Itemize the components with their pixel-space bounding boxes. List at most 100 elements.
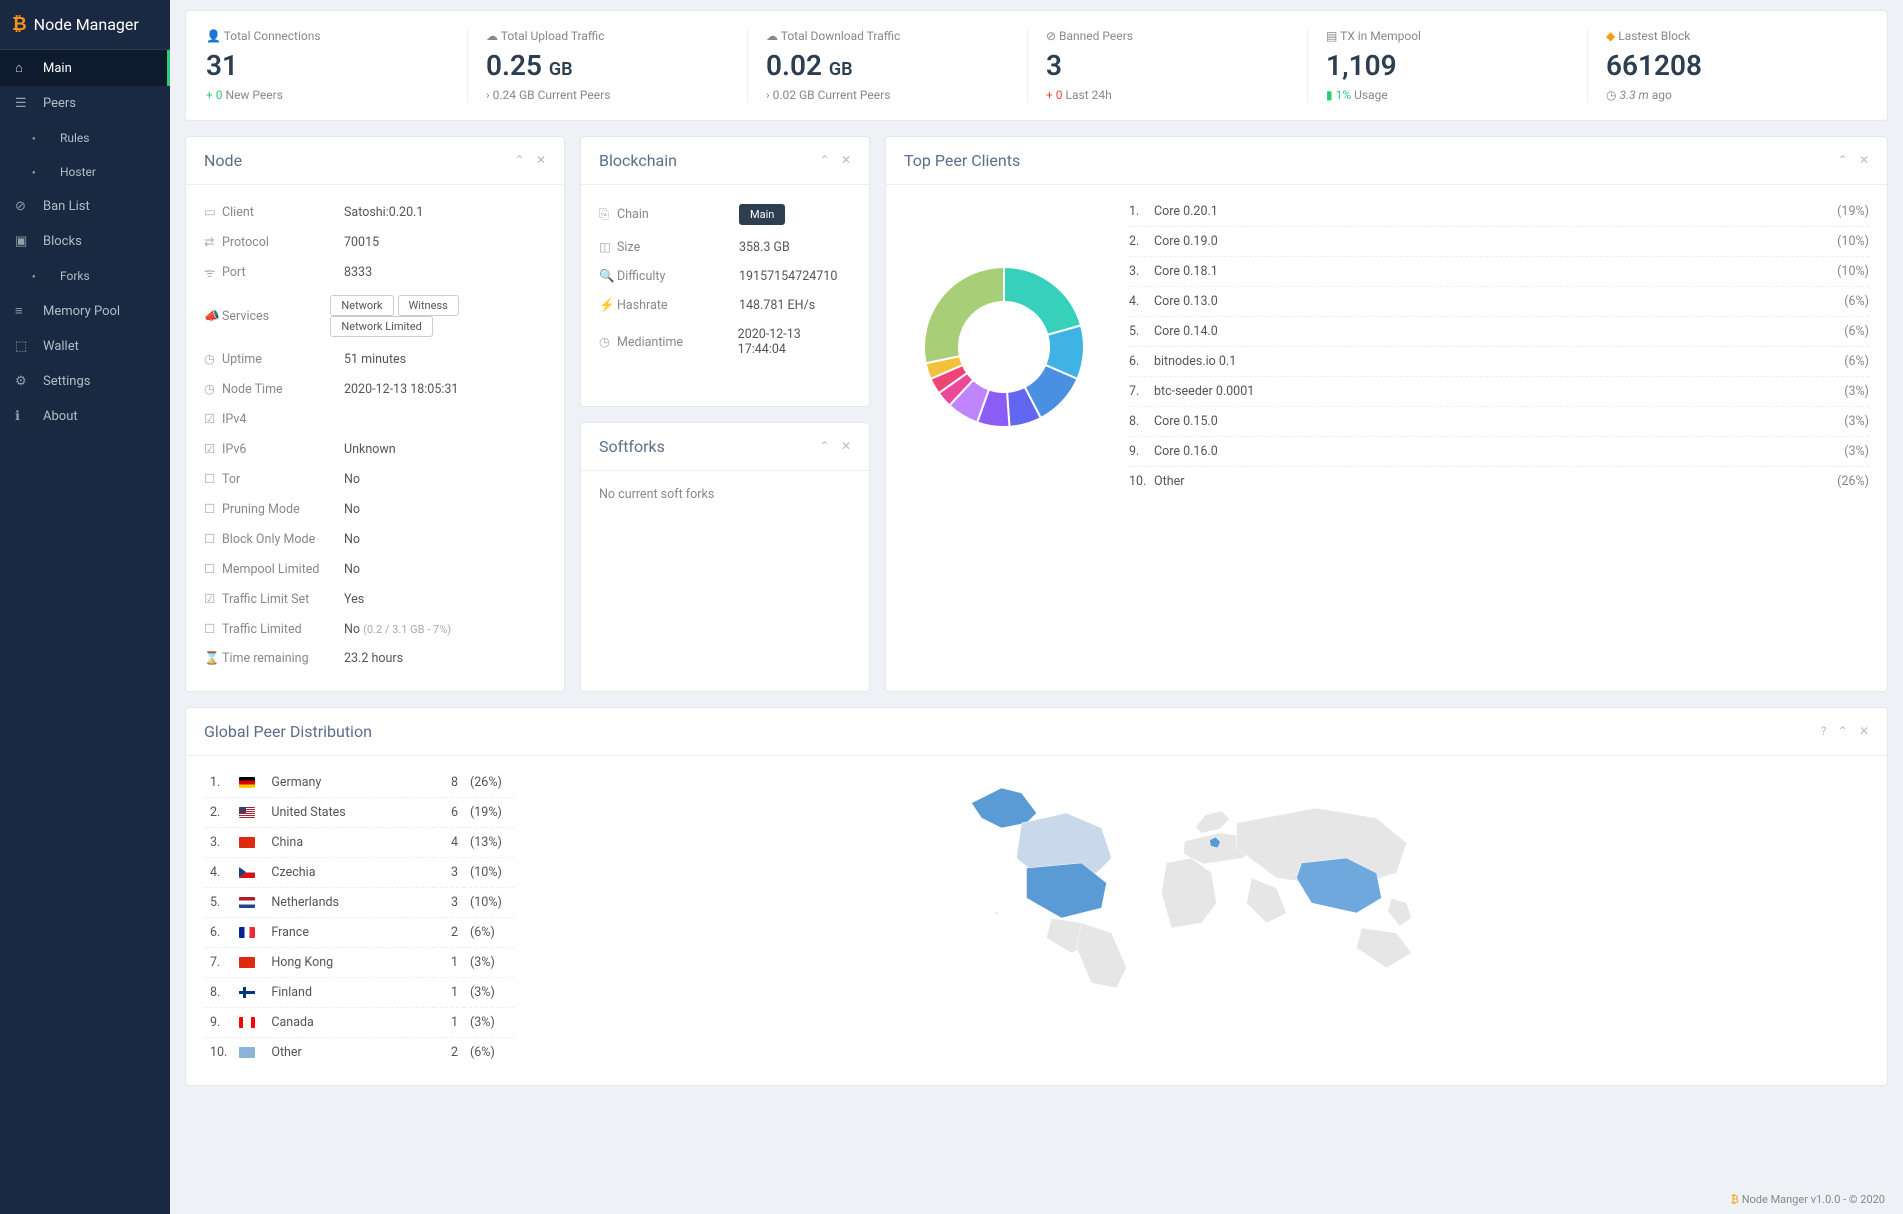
close-icon[interactable]: ✕: [536, 153, 546, 167]
row-value: 19157154724710: [739, 269, 837, 284]
stat-value: 1,109: [1326, 49, 1569, 82]
collapse-icon[interactable]: ⌃: [820, 439, 830, 453]
blockchain-panel: Blockchain ⌃ ✕ ⎘ChainMain◫Size358.3 GB🔍D…: [580, 136, 870, 407]
kv-row: ⎘ChainMain: [599, 197, 851, 232]
flag-icon: [239, 897, 255, 908]
kv-row: ◷Mediantime2020-12-13 17:44:04: [599, 320, 851, 364]
stats-card: 👤 Total Connections31+ 0 New Peers☁ Tota…: [185, 10, 1888, 121]
stat-value: 31: [206, 49, 449, 82]
row-icon: ◷: [599, 334, 617, 350]
collapse-icon[interactable]: ⌃: [1838, 153, 1848, 167]
nav-icon: ⬚: [15, 339, 33, 354]
geo-row: 7.Hong Kong1(3%): [204, 948, 514, 978]
flag-icon: [239, 777, 255, 788]
softforks-title: Softforks: [599, 437, 665, 456]
row-icon: ⌛: [204, 651, 222, 666]
collapse-icon[interactable]: ⌃: [820, 153, 830, 167]
geo-row: 9.Canada1(3%): [204, 1008, 514, 1038]
geo-row: 5.Netherlands3(10%): [204, 888, 514, 918]
stat-sub: ▮ 1% Usage: [1326, 88, 1569, 102]
row-icon: ⎘: [599, 207, 617, 222]
nav-item-memory-pool[interactable]: ≡Memory Pool: [0, 293, 170, 329]
collapse-icon[interactable]: ⌃: [515, 153, 525, 167]
close-icon[interactable]: ✕: [841, 439, 851, 453]
row-icon: ᯤ: [204, 264, 222, 281]
kv-row: 🔍Difficulty19157154724710: [599, 262, 851, 291]
row-value: No: [344, 502, 360, 517]
nav-icon: ☰: [15, 96, 33, 111]
nav-subitem-hoster[interactable]: ●Hoster: [0, 155, 170, 189]
row-icon: ☑: [204, 591, 222, 607]
row-icon: ⇄: [204, 234, 222, 250]
row-value: Satoshi:0.20.1: [344, 205, 423, 220]
peer-client-item: 10.Other(26%): [1129, 466, 1869, 496]
stat-sub: › 0.02 GB Current Peers: [766, 88, 1009, 102]
kv-row: ☐Block Only ModeNo: [204, 524, 546, 554]
geo-row: 1.Germany8(26%): [204, 768, 514, 798]
flag-icon: [239, 1047, 255, 1058]
nav-item-about[interactable]: ℹAbout: [0, 399, 170, 434]
kv-row: ☐Mempool LimitedNo: [204, 554, 546, 584]
stat-value: 0.02 GB: [766, 49, 1009, 82]
row-icon: ☑: [204, 441, 222, 457]
row-icon: ☐: [204, 621, 222, 637]
geo-title: Global Peer Distribution: [204, 722, 372, 741]
kv-row: ⌛Time remaining23.2 hours: [204, 644, 546, 673]
nav-subitem-rules[interactable]: ●Rules: [0, 121, 170, 155]
stat-icon: ⊘: [1046, 29, 1056, 43]
peer-client-item: 8.Core 0.15.0(3%): [1129, 406, 1869, 436]
nav-icon: ≡: [15, 303, 33, 319]
flag-icon: [239, 927, 255, 938]
stat-sub: + 0 Last 24h: [1046, 88, 1289, 102]
nav-item-peers[interactable]: ☰Peers: [0, 86, 170, 121]
donut-slice[interactable]: [924, 267, 1004, 363]
stat-sub: › 0.24 GB Current Peers: [486, 88, 729, 102]
nav-item-wallet[interactable]: ⬚Wallet: [0, 329, 170, 364]
close-icon[interactable]: ✕: [841, 153, 851, 167]
donut-slice[interactable]: [1004, 267, 1081, 335]
nav-list: ⌂Main☰Peers●Rules●Hoster⊘Ban List▣Blocks…: [0, 50, 170, 434]
footer-copy: - © 2020: [1840, 1193, 1885, 1206]
nav-subitem-forks[interactable]: ●Forks: [0, 259, 170, 293]
nav-item-settings[interactable]: ⚙Settings: [0, 364, 170, 399]
nav-item-ban-list[interactable]: ⊘Ban List: [0, 189, 170, 224]
row-value: 70015: [344, 235, 379, 250]
peer-client-item: 9.Core 0.16.0(3%): [1129, 436, 1869, 466]
close-icon[interactable]: ✕: [1859, 724, 1869, 738]
geo-table: 1.Germany8(26%)2.United States6(19%)3.Ch…: [204, 768, 514, 1067]
nav-item-main[interactable]: ⌂Main: [0, 50, 170, 86]
flag-icon: [239, 957, 255, 968]
stat-icon: ▤: [1326, 29, 1337, 43]
world-map[interactable]: [544, 768, 1869, 1067]
row-value: 8333: [344, 265, 372, 280]
nav-item-blocks[interactable]: ▣Blocks: [0, 224, 170, 259]
row-value: 2020-12-13 18:05:31: [344, 382, 458, 397]
row-icon: ☐: [204, 531, 222, 547]
row-value: 51 minutes: [344, 352, 406, 367]
softforks-panel: Softforks ⌃ ✕ No current soft forks: [580, 422, 870, 693]
kv-row: ☐TorNo: [204, 464, 546, 494]
stat-total-upload-traffic: ☁ Total Upload Traffic0.25 GB› 0.24 GB C…: [467, 29, 747, 102]
row-icon: ▭: [204, 204, 222, 220]
help-icon[interactable]: ?: [1821, 724, 1827, 738]
footer: ₿ Node Manger v1.0.0 - © 2020: [1731, 1193, 1885, 1206]
row-icon: ☐: [204, 471, 222, 487]
kv-row: ☑IPv6Unknown: [204, 434, 546, 464]
geo-row: 3.China4(13%): [204, 828, 514, 858]
row-value: No: [344, 562, 360, 577]
peer-client-item: 7.btc-seeder 0.0001(3%): [1129, 376, 1869, 406]
kv-row: ☑IPv4: [204, 404, 546, 434]
close-icon[interactable]: ✕: [1859, 153, 1869, 167]
row-value: 358.3 GB: [739, 240, 790, 255]
node-title: Node: [204, 151, 242, 170]
peer-client-item: 2.Core 0.19.0(10%): [1129, 226, 1869, 256]
peer-client-item: 5.Core 0.14.0(6%): [1129, 316, 1869, 346]
row-value: Main: [739, 204, 789, 225]
geo-row: 6.France2(6%): [204, 918, 514, 948]
row-icon: ◷: [204, 381, 222, 397]
geo-panel: Global Peer Distribution ? ⌃ ✕ 1.Germany…: [185, 707, 1888, 1086]
row-value: NetworkWitnessNetwork Limited: [330, 295, 546, 337]
collapse-icon[interactable]: ⌃: [1838, 724, 1848, 738]
kv-row: ☐Pruning ModeNo: [204, 494, 546, 524]
row-icon: ◷: [204, 351, 222, 367]
